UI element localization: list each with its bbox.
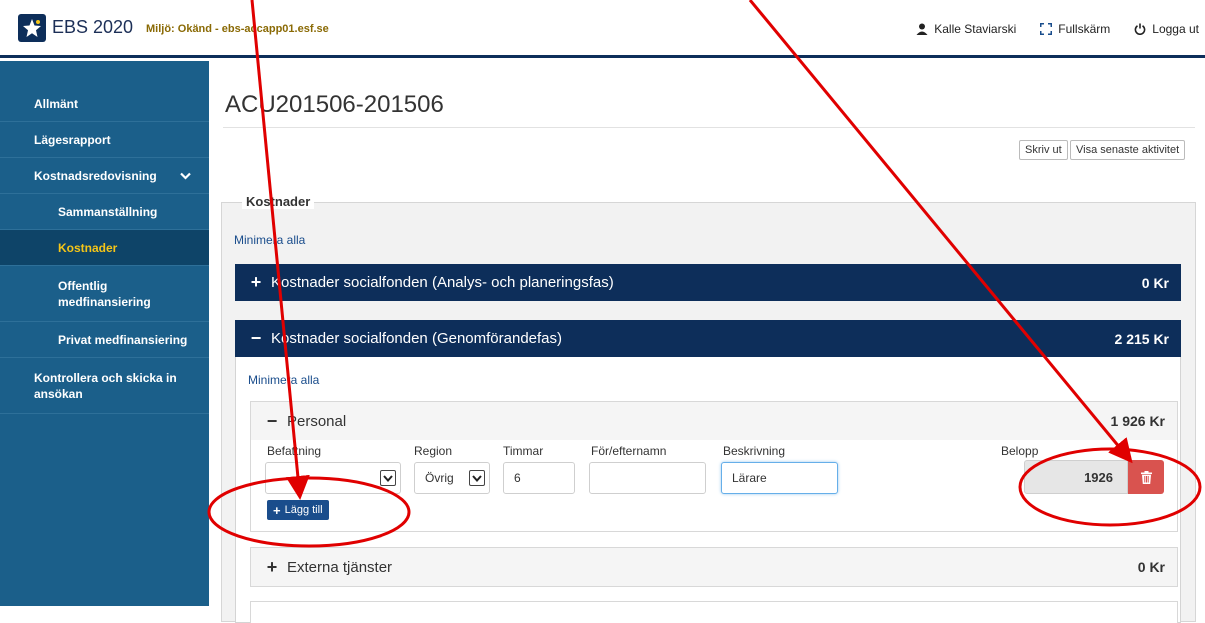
chevron-down-icon bbox=[469, 470, 485, 486]
page-title: ACU201506-201506 bbox=[225, 91, 444, 118]
user-icon bbox=[916, 23, 928, 35]
plus-icon: + bbox=[273, 502, 281, 518]
add-button-label: Lägg till bbox=[284, 504, 323, 516]
sub-panel-sum: 0 Kr bbox=[1137, 559, 1165, 575]
sidebar-item-lagesrapport[interactable]: Lägesrapport bbox=[0, 122, 209, 158]
amount-label: Belopp bbox=[1001, 444, 1039, 458]
fullscreen-label: Fullskärm bbox=[1058, 22, 1111, 36]
description-input[interactable]: Lärare bbox=[721, 462, 838, 494]
logout-link[interactable]: Logga ut bbox=[1134, 22, 1199, 36]
latest-activity-button[interactable]: Visa senaste aktivitet bbox=[1070, 140, 1186, 160]
panel-title: Kostnader socialfonden (Analys- och plan… bbox=[271, 274, 614, 291]
region-select[interactable]: Övrig bbox=[414, 462, 490, 494]
sub-panel-personal: − Personal 1 926 Kr Befattning Region Öv… bbox=[250, 401, 1178, 532]
chevron-down-icon bbox=[380, 470, 396, 486]
sidebar-item-sammanstallning[interactable]: Sammanställning bbox=[0, 194, 209, 230]
sidebar-item-privat-medfinansiering[interactable]: Privat medfinansiering bbox=[0, 322, 209, 358]
sub-panel-external-services: + Externa tjänster 0 Kr bbox=[250, 547, 1178, 587]
app-title: EBS 2020 bbox=[52, 17, 134, 37]
sidebar-item-kontrollera[interactable]: Kontrollera och skicka in ansökan bbox=[0, 358, 209, 414]
sidebar-item-label: Kontrollera och skicka in ansökan bbox=[34, 370, 177, 401]
fullscreen-link[interactable]: Fullskärm bbox=[1040, 22, 1110, 36]
sidebar-item-label: Allmänt bbox=[34, 96, 79, 111]
environment-label: Miljö: Okänd - ebs-accapp01.esf.se bbox=[146, 23, 329, 35]
region-label: Region bbox=[414, 444, 453, 458]
sidebar-item-label: Privat medfinansiering bbox=[58, 332, 188, 347]
sidebar: Allmänt Lägesrapport Kostnadsredovisning… bbox=[0, 61, 209, 606]
sub-panel-title: Personal bbox=[287, 412, 347, 430]
sidebar-item-label: Kostnader bbox=[58, 240, 118, 255]
power-icon bbox=[1134, 23, 1146, 35]
panel-analysis-phase[interactable]: + Kostnader socialfonden (Analys- och pl… bbox=[235, 264, 1181, 301]
expand-icon: + bbox=[250, 272, 262, 292]
sidebar-item-label: Kostnadsredovisning bbox=[34, 168, 157, 183]
main-content: ACU201506-201506 Skriv ut Visa senaste a… bbox=[209, 61, 1205, 623]
expand-icon: + bbox=[266, 556, 278, 577]
add-button[interactable]: + Lägg till bbox=[267, 500, 329, 520]
position-label: Befattning bbox=[267, 444, 322, 458]
sidebar-item-offentlig-medfinansiering[interactable]: Offentlig medfinansiering bbox=[0, 266, 209, 322]
title-divider bbox=[223, 127, 1195, 128]
panel-sum: 0 Kr bbox=[1141, 274, 1169, 291]
sidebar-item-kostnader[interactable]: Kostnader bbox=[0, 230, 209, 266]
logout-label: Logga ut bbox=[1152, 22, 1199, 36]
personal-form-row: Befattning Region Övrig Timmar 6 För/eft… bbox=[251, 440, 1177, 532]
description-label: Beskrivning bbox=[723, 444, 786, 458]
name-input[interactable] bbox=[589, 462, 706, 494]
sub-panel-sum: 1 926 Kr bbox=[1110, 413, 1165, 429]
print-button[interactable]: Skriv ut bbox=[1019, 140, 1068, 160]
amount-field: 1926 bbox=[1024, 460, 1128, 494]
user-name: Kalle Staviarski bbox=[934, 22, 1017, 36]
section-title: Kostnader bbox=[242, 194, 315, 209]
trash-icon bbox=[1140, 470, 1152, 484]
hours-label: Timmar bbox=[503, 444, 544, 458]
sidebar-item-label: Offentlig medfinansiering bbox=[58, 278, 151, 309]
sidebar-item-label: Sammanställning bbox=[58, 204, 158, 219]
collapse-icon: − bbox=[266, 410, 278, 431]
user-menu[interactable]: Kalle Staviarski bbox=[916, 22, 1016, 36]
name-label: För/efternamn bbox=[591, 444, 667, 458]
sub-panel-header[interactable]: + Externa tjänster 0 Kr bbox=[251, 548, 1177, 586]
sub-panel-title: Externa tjänster bbox=[287, 558, 393, 576]
delete-button[interactable] bbox=[1128, 460, 1164, 494]
top-nav: Kalle Staviarski Fullskärm Logga ut bbox=[916, 18, 1205, 40]
panel-sum: 2 215 Kr bbox=[1114, 330, 1169, 347]
chevron-down-icon bbox=[180, 172, 191, 180]
region-value: Övrig bbox=[425, 471, 454, 485]
star-logo-icon bbox=[18, 14, 46, 42]
sub-panel-header[interactable]: − Personal 1 926 Kr bbox=[251, 402, 1177, 440]
panel-implementation-body: Minimera alla − Personal 1 926 Kr Befatt… bbox=[235, 357, 1181, 623]
top-bar: EBS 2020 Miljö: Okänd - ebs-accapp01.esf… bbox=[0, 0, 1205, 58]
hours-input[interactable]: 6 bbox=[503, 462, 575, 494]
sidebar-item-kostnadsredovisning[interactable]: Kostnadsredovisning bbox=[0, 158, 209, 194]
collapse-icon: − bbox=[250, 328, 262, 348]
sub-panel-next bbox=[250, 601, 1178, 623]
costs-fieldset: Kostnader Minimera alla + Kostnader soci… bbox=[221, 194, 1196, 623]
panel-title: Kostnader socialfonden (Genomförandefas) bbox=[271, 330, 563, 347]
panel-implementation-phase[interactable]: − Kostnader socialfonden (Genomförandefa… bbox=[235, 320, 1181, 357]
position-select[interactable] bbox=[265, 462, 401, 494]
minimize-all-link[interactable]: Minimera alla bbox=[234, 233, 305, 247]
sidebar-item-label: Lägesrapport bbox=[34, 132, 111, 147]
sidebar-item-allmant[interactable]: Allmänt bbox=[0, 86, 209, 122]
minimize-all-link[interactable]: Minimera alla bbox=[248, 373, 319, 387]
fullscreen-icon bbox=[1040, 23, 1053, 35]
